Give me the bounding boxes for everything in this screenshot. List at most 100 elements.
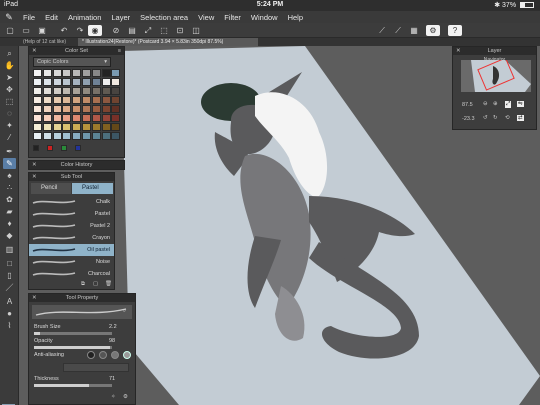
color-swatch[interactable]	[101, 96, 111, 104]
color-swatch[interactable]	[111, 132, 121, 140]
color-swatch[interactable]	[91, 114, 101, 122]
color-swatch[interactable]	[42, 87, 52, 95]
brush-item[interactable]: Noise	[29, 256, 114, 268]
color-swatch[interactable]	[91, 69, 101, 77]
color-swatch[interactable]	[42, 123, 52, 131]
panel-close-icon[interactable]: ✕	[32, 294, 37, 302]
thickness-slider[interactable]	[34, 384, 112, 387]
balloon-icon[interactable]: ●	[3, 308, 16, 319]
color-swatch[interactable]	[62, 96, 72, 104]
rotation-value[interactable]: -23.3	[462, 116, 475, 122]
color-swatch[interactable]	[33, 96, 42, 104]
deselect-icon[interactable]: ⬚	[158, 25, 170, 36]
new-subtool-icon[interactable]: ▢	[93, 281, 98, 287]
color-swatch[interactable]	[61, 145, 67, 151]
brush-size-value[interactable]: 2.2	[109, 324, 117, 330]
opacity-slider[interactable]	[34, 346, 112, 349]
color-swatch[interactable]	[72, 114, 82, 122]
airbrush-icon[interactable]: ∴	[3, 182, 16, 193]
menu-selection-area[interactable]: Selection area	[135, 13, 193, 22]
color-swatch[interactable]	[52, 87, 62, 95]
aa-weak-option[interactable]	[99, 351, 107, 359]
crop-icon[interactable]: ⊡	[174, 25, 186, 36]
color-swatch[interactable]	[82, 132, 91, 140]
rotate-left-icon[interactable]: ↺	[483, 115, 488, 121]
panel-close-icon[interactable]: ✕	[32, 161, 37, 169]
tab-pastel[interactable]: Pastel	[72, 183, 113, 194]
color-swatch[interactable]	[62, 105, 72, 113]
snap-ruler-icon[interactable]: ⟋	[376, 25, 388, 36]
brush-icon[interactable]: ♠	[3, 170, 16, 181]
zoom-value[interactable]: 87.5	[462, 102, 473, 108]
color-swatch[interactable]	[33, 132, 42, 140]
reset-rotation-icon[interactable]: ⟲	[505, 115, 510, 121]
color-swatch[interactable]	[42, 105, 52, 113]
brush-item[interactable]: Pastel 2	[29, 220, 114, 232]
color-swatch[interactable]	[42, 69, 52, 77]
color-swatch[interactable]	[101, 78, 111, 86]
color-swatch[interactable]	[72, 87, 82, 95]
color-swatch[interactable]	[91, 123, 101, 131]
snap-special-ruler-icon[interactable]: ⟋	[392, 25, 404, 36]
tab-pencil[interactable]: Pencil	[31, 183, 71, 194]
color-swatch[interactable]	[33, 145, 39, 151]
color-swatch[interactable]	[111, 123, 121, 131]
color-swatch[interactable]	[47, 145, 53, 151]
aa-none-option[interactable]	[87, 351, 95, 359]
aa-medium-option[interactable]	[111, 351, 119, 359]
correct-line-icon[interactable]: ⌇	[3, 320, 16, 331]
color-swatch[interactable]	[52, 123, 62, 131]
panel-close-icon[interactable]: ✕	[32, 47, 37, 55]
save-icon[interactable]: ▣	[36, 25, 48, 36]
menu-window[interactable]: Window	[246, 13, 283, 22]
eye-view-icon[interactable]: ◉	[88, 25, 102, 36]
color-swatch[interactable]	[42, 78, 52, 86]
brush-item[interactable]: Oil pastel	[29, 244, 114, 256]
color-swatch[interactable]	[82, 123, 91, 131]
color-swatch[interactable]	[82, 87, 91, 95]
color-swatch[interactable]	[72, 78, 82, 86]
opacity-value[interactable]: 98	[109, 338, 115, 344]
color-swatch[interactable]	[62, 69, 72, 77]
rotate-right-icon[interactable]: ↻	[493, 115, 498, 121]
lasso-icon[interactable]: ◌	[3, 108, 16, 119]
fill-tool-icon[interactable]: ◆	[3, 230, 16, 241]
tab-inactive[interactable]: (Help of 12 cat like)	[19, 38, 77, 46]
color-swatch[interactable]	[42, 96, 52, 104]
menu-filter[interactable]: Filter	[219, 13, 246, 22]
color-swatch[interactable]	[111, 78, 121, 86]
navigator-thumbnail[interactable]	[461, 60, 531, 92]
color-swatch[interactable]	[91, 132, 101, 140]
fit-icon[interactable]: ⤢	[505, 101, 512, 108]
color-swatch[interactable]	[111, 96, 121, 104]
color-swatch[interactable]	[101, 69, 111, 77]
decoration-icon[interactable]: ✿	[3, 194, 16, 205]
color-swatch[interactable]	[111, 105, 121, 113]
pen-icon[interactable]: ✒	[3, 146, 16, 157]
brush-item[interactable]: Crayon	[29, 232, 114, 244]
color-swatch[interactable]	[52, 69, 62, 77]
redo-icon[interactable]: ↷	[74, 25, 86, 36]
zoom-icon[interactable]: ⌕	[3, 48, 16, 59]
color-swatch[interactable]	[101, 105, 111, 113]
color-swatch[interactable]	[72, 105, 82, 113]
menu-animation[interactable]: Animation	[63, 13, 106, 22]
menu-layer[interactable]: Layer	[106, 13, 135, 22]
color-swatch[interactable]	[33, 78, 42, 86]
frame-icon[interactable]: ▯	[3, 270, 16, 281]
search-icon[interactable]: ⌕	[123, 308, 126, 315]
panel-close-icon[interactable]: ✕	[32, 173, 37, 181]
color-swatch[interactable]	[42, 114, 52, 122]
operation-icon[interactable]: ➤	[3, 72, 16, 83]
color-swatch[interactable]	[111, 87, 121, 95]
thickness-value[interactable]: 71	[109, 376, 115, 382]
color-swatch[interactable]	[91, 87, 101, 95]
color-set-dropdown[interactable]: Copic Colors ▾	[33, 57, 111, 67]
menu-file[interactable]: File	[18, 13, 40, 22]
flip-icon[interactable]: ⇋	[517, 101, 524, 107]
color-swatch[interactable]	[33, 123, 42, 131]
brush-item[interactable]: Pastel	[29, 208, 114, 220]
zoom-out-icon[interactable]: ⊖	[483, 101, 488, 107]
hand-icon[interactable]: ✋	[3, 60, 16, 71]
figure-icon[interactable]: □	[3, 258, 16, 269]
